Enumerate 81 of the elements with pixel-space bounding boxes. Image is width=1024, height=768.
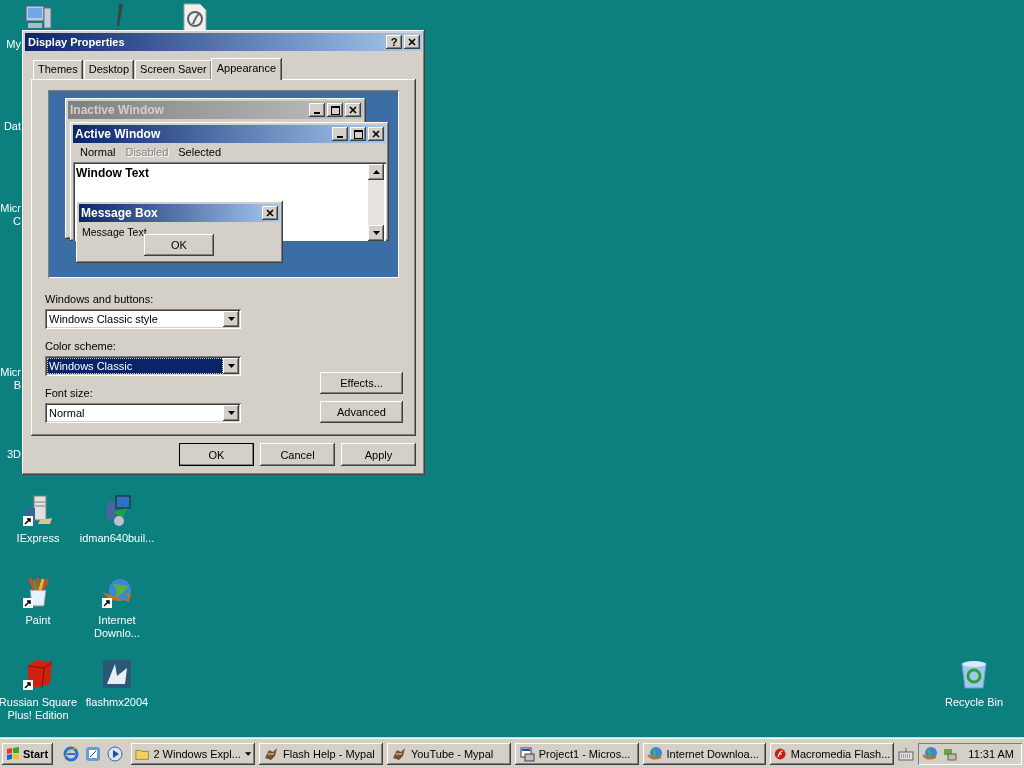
close-button[interactable]	[368, 127, 384, 141]
icon-label: 3D	[5, 448, 21, 461]
up-arrow-icon	[372, 170, 380, 174]
minimize-button[interactable]	[309, 103, 325, 117]
tab[interactable]: Appearance	[210, 58, 283, 80]
window-text: Window Text	[76, 166, 149, 180]
dropdown-button[interactable]	[223, 358, 239, 374]
media-player-icon[interactable]	[107, 745, 124, 762]
desktop-icon[interactable]	[85, 745, 102, 762]
caret-icon	[244, 751, 252, 756]
dialog-button[interactable]: Cancel	[260, 443, 335, 466]
icon-label: Recycle Bin	[944, 696, 1004, 709]
maximize-button[interactable]	[327, 103, 343, 117]
field-label: Windows and buttons:	[45, 293, 155, 307]
scroll-down-button[interactable]	[368, 225, 384, 241]
taskbar-button[interactable]: Macromedia Flash...	[770, 742, 895, 765]
icon-label: Internet Downlo...	[94, 614, 140, 640]
close-button[interactable]	[345, 103, 361, 117]
taskbar-button[interactable]: 2 Windows Expl...	[131, 742, 256, 765]
dialog-button[interactable]: Apply	[341, 443, 416, 466]
window-title: Display Properties	[28, 36, 126, 48]
menu-item[interactable]: Selected	[173, 146, 227, 158]
dropdown[interactable]: Windows Classic	[45, 356, 241, 376]
scroll-up-button[interactable]	[368, 164, 384, 180]
down-arrow-icon	[372, 231, 380, 235]
icon-label: idman640buil...	[79, 532, 155, 545]
window-title: Inactive Window	[70, 103, 165, 117]
flash-mx-icon[interactable]	[101, 658, 133, 690]
window-title: Message Box	[81, 206, 159, 220]
maximize-icon	[330, 105, 340, 115]
caret-icon	[227, 317, 235, 321]
window-title: Active Window	[75, 127, 162, 141]
browser-e-icon[interactable]	[63, 745, 80, 762]
minimize-button[interactable]	[332, 127, 348, 141]
taskbar-button[interactable]: Internet Downloa...	[642, 742, 767, 765]
close-icon	[407, 37, 417, 47]
caret-icon	[227, 364, 235, 368]
close-icon	[371, 129, 381, 139]
taskbar-button[interactable]: Project1 - Micros...	[514, 742, 639, 765]
icon-label: Micr B	[0, 366, 21, 392]
icon-label: Dat	[2, 120, 21, 133]
taskbar-button[interactable]: YouTube - Mypal	[386, 742, 511, 765]
dropdown-button[interactable]	[223, 405, 239, 421]
icon-label: Micr C	[0, 202, 21, 228]
windows-flag-icon	[6, 746, 20, 761]
server-icon[interactable]	[22, 494, 54, 526]
dropdown-button[interactable]	[223, 311, 239, 327]
close-button[interactable]	[262, 206, 278, 220]
caret-icon	[227, 411, 235, 415]
cube-icon[interactable]	[22, 658, 54, 690]
maximize-button[interactable]	[350, 127, 366, 141]
globe-arrow-icon[interactable]	[101, 576, 133, 608]
maximize-icon	[353, 129, 363, 139]
icon-label: IExpress	[16, 532, 60, 545]
close-icon	[265, 208, 275, 218]
icon-label: Russian Square Plus! Edition	[0, 696, 78, 722]
push-button[interactable]: Advanced	[320, 401, 403, 423]
recycle-bin-icon[interactable]	[958, 658, 990, 690]
field-label: Font size:	[45, 387, 94, 401]
tab[interactable]: Themes	[33, 60, 83, 79]
menu-item[interactable]: Normal	[75, 146, 121, 158]
icon-label: flashmx2004	[85, 696, 149, 709]
clock: 11:31 AM	[968, 747, 1014, 760]
tab[interactable]: Screen Saver	[135, 60, 212, 79]
field-label: Color scheme:	[45, 340, 117, 354]
dropdown[interactable]: Windows Classic style	[45, 309, 241, 329]
icon-label: My	[5, 38, 21, 51]
taskbar-button[interactable]: Flash Help - Mypal	[259, 742, 383, 765]
scrollbar[interactable]	[368, 164, 384, 241]
close-button[interactable]	[404, 35, 420, 49]
dropdown[interactable]: Normal	[45, 403, 241, 423]
dialog-button[interactable]: OK	[179, 443, 254, 466]
start-button[interactable]: Start	[2, 742, 54, 765]
window-setup-icon	[518, 745, 535, 762]
push-button[interactable]: Effects...	[320, 372, 403, 394]
ok-button[interactable]: OK	[144, 234, 214, 256]
message-text: Message Text	[82, 226, 147, 238]
icon-label: Paint	[25, 614, 51, 627]
tab[interactable]: Desktop	[83, 60, 135, 79]
close-icon	[348, 105, 358, 115]
help-button[interactable]: ?	[386, 35, 402, 49]
